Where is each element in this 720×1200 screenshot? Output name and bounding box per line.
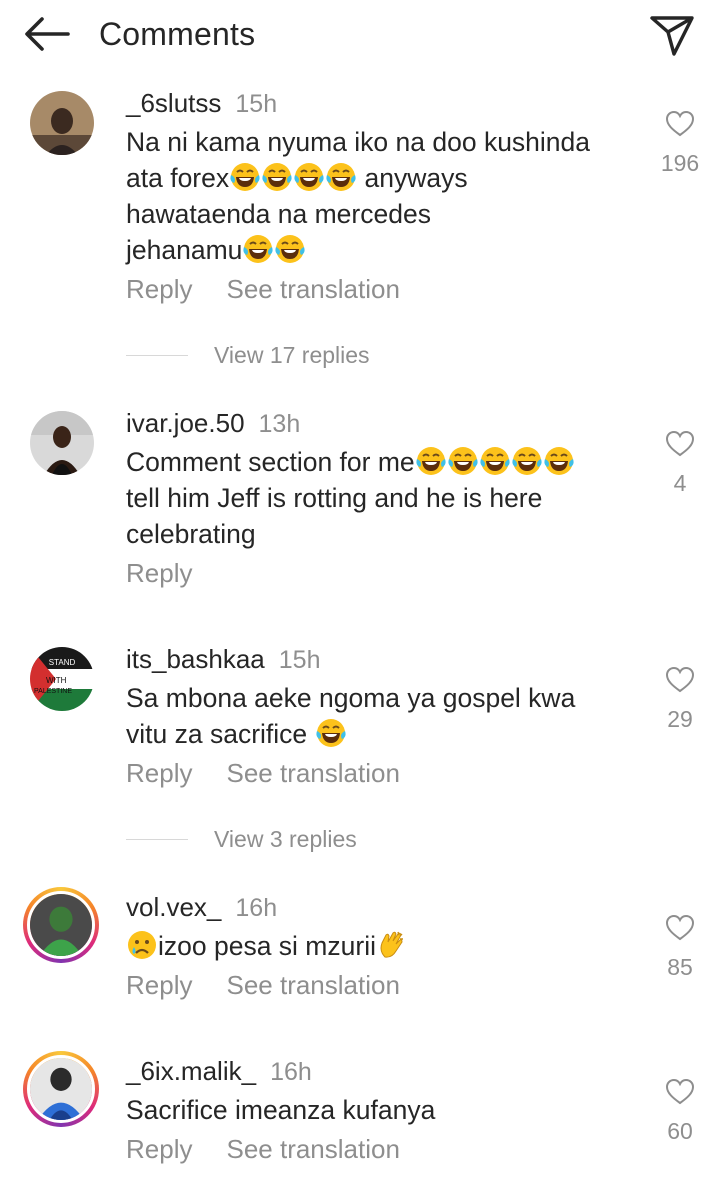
comment-meta: _6ix.malik_ 16h (126, 1056, 312, 1092)
see-translation-button[interactable]: See translation (226, 274, 399, 304)
timestamp: 16h (235, 894, 278, 922)
comment-text: izoo pesa si mzurii (126, 928, 626, 964)
reply-button[interactable]: Reply (126, 758, 192, 788)
avatar[interactable] (23, 1051, 99, 1127)
tears-of-joy-emoji (479, 445, 511, 477)
like-count: 196 (660, 150, 700, 176)
timestamp: 15h (278, 646, 321, 674)
comment-text: Na ni kama nyuma iko na doo kushinda ata… (126, 127, 591, 265)
tears-of-joy-emoji (242, 233, 274, 265)
view-replies-button[interactable]: View 17 replies (126, 342, 370, 372)
avatar[interactable] (30, 411, 94, 475)
avatar[interactable] (30, 91, 94, 155)
timestamp: 15h (235, 90, 278, 118)
see-translation-button[interactable]: See translation (226, 970, 399, 1000)
comment-meta: its_bashkaa 15h (126, 644, 320, 680)
comment-meta: _6slutss 15h (126, 88, 277, 124)
view-replies-button[interactable]: View 3 replies (126, 826, 357, 856)
comment-actions: Reply See translation (126, 758, 400, 789)
like-group: 196 (640, 110, 720, 177)
reply-button[interactable]: Reply (126, 1134, 192, 1164)
svg-text:PALESTINE: PALESTINE (34, 688, 72, 695)
like-group: 29 (640, 666, 720, 733)
divider (126, 355, 188, 356)
divider (126, 839, 188, 840)
svg-text:STAND: STAND (49, 658, 76, 667)
avatar[interactable]: STAND WITH PALESTINE (30, 647, 94, 711)
heart-outline-icon[interactable] (665, 666, 695, 694)
tears-of-joy-emoji (325, 161, 357, 193)
tears-of-joy-emoji (415, 445, 447, 477)
paper-plane-icon (650, 16, 694, 56)
like-count: 85 (667, 954, 693, 980)
like-group: 85 (640, 914, 720, 981)
reply-button[interactable]: Reply (126, 970, 192, 1000)
tears-of-joy-emoji (447, 445, 479, 477)
like-count: 29 (667, 706, 693, 732)
tears-of-joy-emoji (293, 161, 325, 193)
reply-button[interactable]: Reply (126, 558, 192, 588)
comment-text: Sa mbona aeke ngoma ya gospel kwa vitu z… (126, 683, 576, 749)
like-group: 4 (640, 430, 720, 497)
avatar[interactable] (23, 887, 99, 963)
see-translation-button[interactable]: See translation (226, 1134, 399, 1164)
timestamp: 16h (270, 1058, 312, 1086)
heart-outline-icon[interactable] (665, 430, 695, 458)
tears-of-joy-emoji (315, 717, 347, 749)
comment-actions: Reply (126, 558, 192, 589)
tears-of-joy-emoji (261, 161, 293, 193)
header-bar: Comments (0, 0, 720, 70)
back-button[interactable] (22, 14, 72, 54)
heart-outline-icon[interactable] (665, 1078, 695, 1106)
comment-text: Comment section for me tell him Jeff is … (126, 444, 626, 552)
share-button[interactable] (648, 10, 696, 58)
like-count: 60 (667, 1118, 693, 1144)
username[interactable]: vol.vex_ (126, 892, 221, 922)
timestamp: 13h (258, 410, 301, 438)
username[interactable]: its_bashkaa (126, 644, 265, 674)
comment-actions: Reply See translation (126, 970, 400, 1001)
heart-outline-icon[interactable] (665, 914, 695, 942)
username[interactable]: _6ix.malik_ (126, 1056, 256, 1086)
reply-button[interactable]: Reply (126, 274, 192, 304)
comment-actions: Reply See translation (126, 1134, 400, 1165)
page-title: Comments (99, 16, 256, 52)
arrow-left-icon (25, 17, 70, 51)
comment-actions: Reply See translation (126, 274, 400, 305)
heart-outline-icon[interactable] (665, 110, 695, 138)
username[interactable]: _6slutss (126, 88, 221, 118)
tears-of-joy-emoji (511, 445, 543, 477)
see-translation-button[interactable]: See translation (226, 758, 399, 788)
tears-of-joy-emoji (543, 445, 575, 477)
comment-meta: ivar.joe.50 13h (126, 408, 300, 444)
like-group: 60 (640, 1078, 720, 1145)
clapping-hands-emoji (376, 929, 408, 961)
comment-meta: vol.vex_ 16h (126, 892, 277, 928)
svg-text:WITH: WITH (46, 676, 67, 685)
username[interactable]: ivar.joe.50 (126, 408, 245, 438)
like-count: 4 (673, 470, 687, 496)
sad-tear-emoji (126, 929, 158, 961)
comment-text: Sacrifice imeanza kufanya (126, 1095, 436, 1125)
tears-of-joy-emoji (229, 161, 261, 193)
tears-of-joy-emoji (274, 233, 306, 265)
